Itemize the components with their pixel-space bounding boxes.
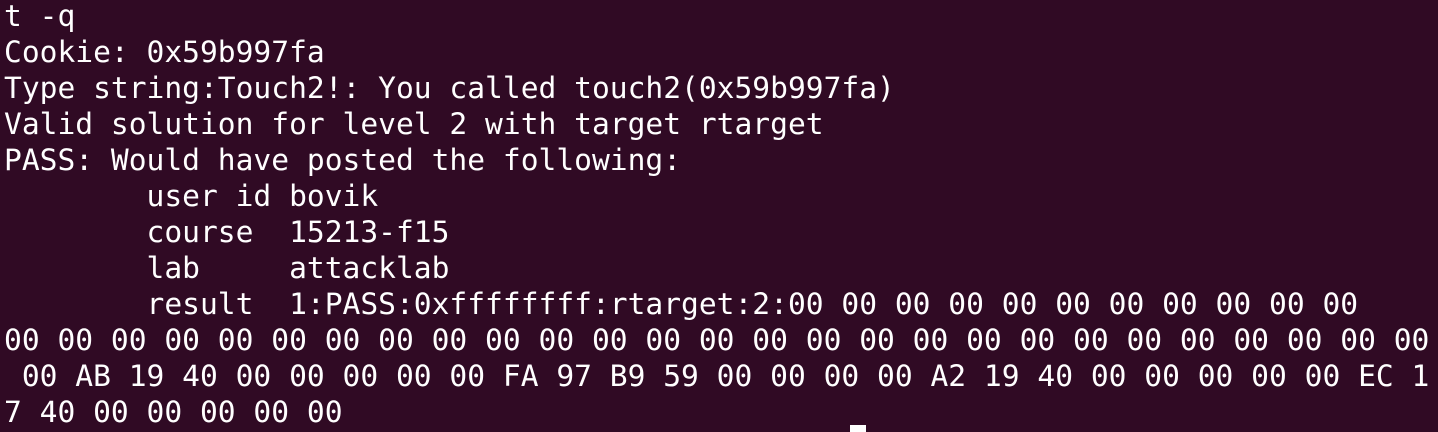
terminal-line-pass: PASS: Would have posted the following:	[4, 143, 682, 177]
terminal-line-course: course 15213-f15	[4, 215, 450, 249]
terminal-line-hex-3: 7 40 00 00 00 00 00	[4, 395, 343, 429]
terminal-line-lab: lab attacklab	[4, 251, 450, 285]
terminal-line-hex-1: 00 00 00 00 00 00 00 00 00 00 00 00 00 0…	[4, 323, 1430, 357]
terminal-cursor	[850, 425, 866, 432]
terminal-line-command-tail: t -q	[4, 0, 76, 33]
terminal-line-hex-2: 00 AB 19 40 00 00 00 00 00 FA 97 B9 59 0…	[4, 359, 1430, 393]
terminal-line-user-id: user id bovik	[4, 179, 379, 213]
terminal-line-valid-solution: Valid solution for level 2 with target r…	[4, 107, 824, 141]
terminal-line-cookie: Cookie: 0x59b997fa	[4, 35, 325, 69]
terminal-window[interactable]: t -q Cookie: 0x59b997fa Type string:Touc…	[0, 0, 1438, 432]
terminal-line-result: result 1:PASS:0xffffffff:rtarget:2:00 00…	[4, 287, 1359, 321]
terminal-line-type-string: Type string:Touch2!: You called touch2(0…	[4, 71, 895, 105]
